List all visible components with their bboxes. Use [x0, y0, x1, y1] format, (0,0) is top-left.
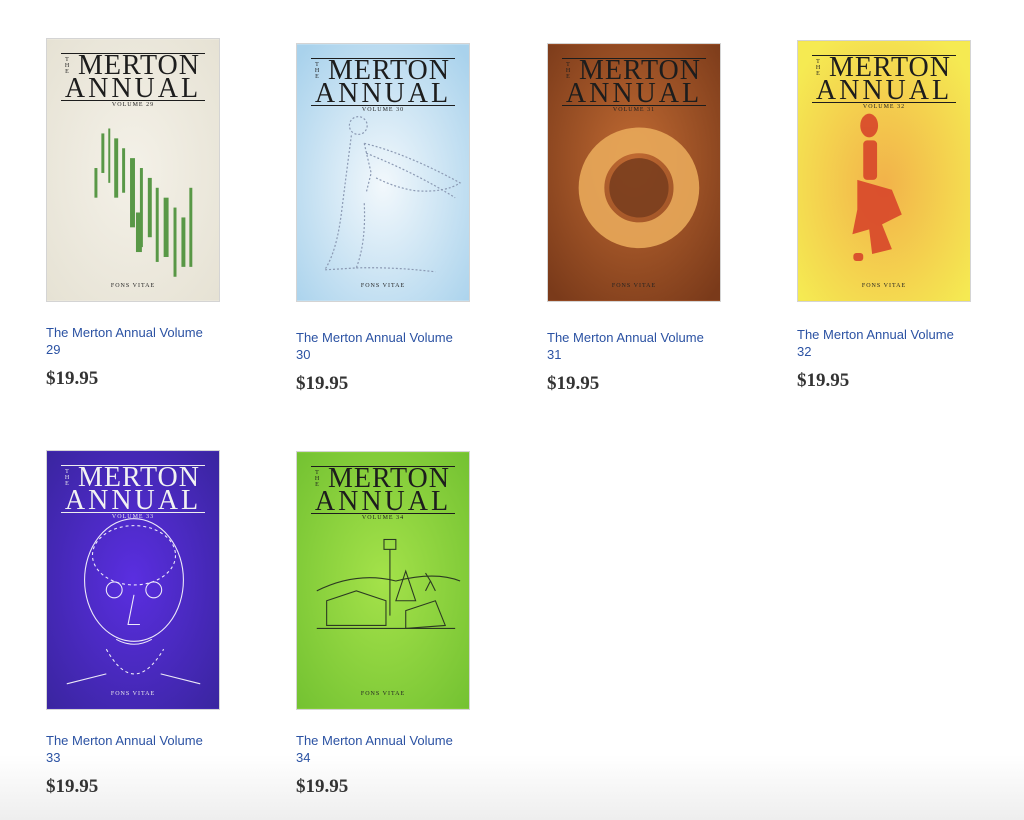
product-grid: THE MERTON ANNUAL VOLUME 29 FONS VITAE T…	[0, 0, 1024, 820]
cover-publisher: FONS VITAE	[360, 691, 406, 697]
cover-the-text: THE	[314, 470, 320, 488]
cover-title-line2: ANNUAL	[565, 78, 703, 109]
product-price: $19.95	[296, 373, 349, 394]
product-title-link[interactable]: The Merton Annual Volume 31	[547, 329, 717, 363]
product-card: THE MERTON ANNUAL VOLUME 33 FONS VITAE T…	[46, 450, 226, 798]
cover-title: THE MERTON ANNUAL VOLUME 33	[47, 464, 219, 520]
cover-title-line2: ANNUAL	[815, 75, 953, 106]
product-card: THE MERTON ANNUAL VOLUME 32 FONS VITAE T…	[797, 40, 977, 392]
cover-the-text: THE	[314, 62, 320, 80]
cover-the-text: THE	[815, 59, 821, 77]
book-cover-image[interactable]: THE MERTON ANNUAL VOLUME 34 FONS VITAE	[296, 451, 470, 710]
cover-publisher: FONS VITAE	[110, 691, 156, 697]
cover-title-line2: ANNUAL	[314, 78, 452, 109]
product-price: $19.95	[46, 368, 99, 389]
cover-title: THE MERTON ANNUAL VOLUME 29	[47, 52, 219, 108]
cover-title: THE MERTON ANNUAL VOLUME 30	[297, 57, 469, 113]
cover-title: THE MERTON ANNUAL VOLUME 34	[297, 465, 469, 521]
product-price: $19.95	[547, 373, 600, 394]
cover-title: THE MERTON ANNUAL VOLUME 31	[548, 57, 720, 113]
product-title-link[interactable]: The Merton Annual Volume 32	[797, 326, 967, 360]
cover-the-text: THE	[565, 62, 571, 80]
cover-title-line2: ANNUAL	[314, 486, 452, 517]
product-price: $19.95	[46, 776, 99, 797]
product-price: $19.95	[797, 370, 850, 391]
product-title-link[interactable]: The Merton Annual Volume 30	[296, 329, 466, 363]
cover-title-line2: ANNUAL	[64, 485, 202, 516]
cover-publisher: FONS VITAE	[110, 283, 156, 289]
book-cover-image[interactable]: THE MERTON ANNUAL VOLUME 29 FONS VITAE	[46, 38, 220, 302]
book-cover-image[interactable]: THE MERTON ANNUAL VOLUME 33 FONS VITAE	[46, 450, 220, 710]
product-card: THE MERTON ANNUAL VOLUME 29 FONS VITAE T…	[46, 38, 226, 390]
product-title-link[interactable]: The Merton Annual Volume 34	[296, 732, 466, 766]
book-cover-image[interactable]: THE MERTON ANNUAL VOLUME 32 FONS VITAE	[797, 40, 971, 302]
cover-publisher: FONS VITAE	[611, 283, 657, 289]
product-title-link[interactable]: The Merton Annual Volume 33	[46, 732, 216, 766]
product-card: THE MERTON ANNUAL VOLUME 31 FONS VITAE T…	[547, 43, 727, 395]
cover-publisher: FONS VITAE	[861, 283, 907, 289]
product-card: THE MERTON ANNUAL VOLUME 30 FONS VITAE T…	[296, 43, 476, 395]
product-card: THE MERTON ANNUAL VOLUME 34 FONS VITAE T…	[296, 451, 476, 798]
cover-the-text: THE	[64, 469, 70, 487]
cover-title-line2: ANNUAL	[64, 73, 202, 104]
book-cover-image[interactable]: THE MERTON ANNUAL VOLUME 30 FONS VITAE	[296, 43, 470, 302]
product-price: $19.95	[296, 776, 349, 797]
cover-the-text: THE	[64, 57, 70, 75]
product-title-link[interactable]: The Merton Annual Volume 29	[46, 324, 216, 358]
cover-publisher: FONS VITAE	[360, 283, 406, 289]
book-cover-image[interactable]: THE MERTON ANNUAL VOLUME 31 FONS VITAE	[547, 43, 721, 302]
cover-title: THE MERTON ANNUAL VOLUME 32	[798, 54, 970, 110]
